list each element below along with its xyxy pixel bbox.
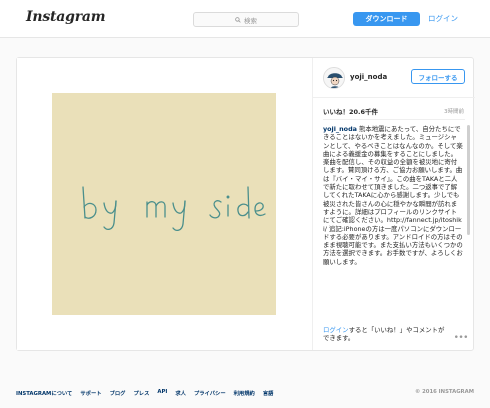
search-input[interactable]: 検索 (193, 12, 299, 27)
user-avatar-icon (324, 68, 344, 88)
post-card: yoji_noda フォローする いいね！20.6千件 3時間前 yoji_no… (16, 57, 475, 351)
post-caption: yoji_noda 熊本地震にあたって、自分たちにできることはないかを考えました… (323, 125, 463, 321)
follow-button[interactable]: フォローする (411, 69, 465, 84)
footer-link-jobs[interactable]: 求人 (175, 389, 186, 397)
footer-links: INSTAGRAMについて サポート ブログ プレス API 求人 プライバシー… (16, 389, 273, 397)
search-placeholder: 検索 (244, 16, 257, 25)
caption-username[interactable]: yoji_noda (323, 125, 357, 133)
footer-link-about[interactable]: INSTAGRAMについて (16, 389, 72, 397)
footer-link-blog[interactable]: ブログ (110, 389, 126, 397)
likes-count[interactable]: いいね！20.6千件 (323, 106, 378, 116)
footer: INSTAGRAMについて サポート ブログ プレス API 求人 プライバシー… (16, 389, 474, 399)
download-button[interactable]: ダウンロード (353, 12, 420, 26)
footer-link-support[interactable]: サポート (80, 389, 101, 397)
footer-link-terms[interactable]: 利用規約 (234, 389, 255, 397)
post-photo[interactable] (52, 93, 276, 315)
login-prompt-link[interactable]: ログイン (323, 326, 349, 334)
post-timestamp[interactable]: 3時間前 (444, 107, 464, 115)
footer-link-press[interactable]: プレス (133, 389, 149, 397)
login-link[interactable]: ログイン (428, 13, 458, 24)
footer-link-language[interactable]: 言語 (263, 389, 274, 397)
footer-link-api[interactable]: API (157, 389, 167, 397)
handwriting-drawing (52, 93, 276, 315)
caption-text: 熊本地震にあたって、自分たちにできることはないかを考えました。ミュージシャンとし… (323, 125, 463, 266)
top-nav-bar: Instagram 検索 ダウンロード ログイン (0, 0, 490, 38)
post-username[interactable]: yoji_noda (350, 73, 387, 81)
login-prompt: ログインすると「いいね！」やコメントができます。 (323, 326, 449, 343)
copyright: © 2016 INSTAGRAM (414, 389, 474, 395)
post-sidebar: yoji_noda フォローする いいね！20.6千件 3時間前 yoji_no… (312, 58, 475, 350)
post-photo-area (17, 58, 312, 350)
search-icon (235, 16, 241, 23)
instagram-logo[interactable]: Instagram (26, 9, 106, 25)
footer-link-privacy[interactable]: プライバシー (194, 389, 226, 397)
post-header: yoji_noda フォローする (313, 58, 475, 98)
caption-scrollbar[interactable] (467, 125, 470, 235)
more-options-icon[interactable]: ••• (454, 333, 469, 343)
divider (323, 119, 465, 120)
avatar[interactable] (323, 67, 345, 89)
